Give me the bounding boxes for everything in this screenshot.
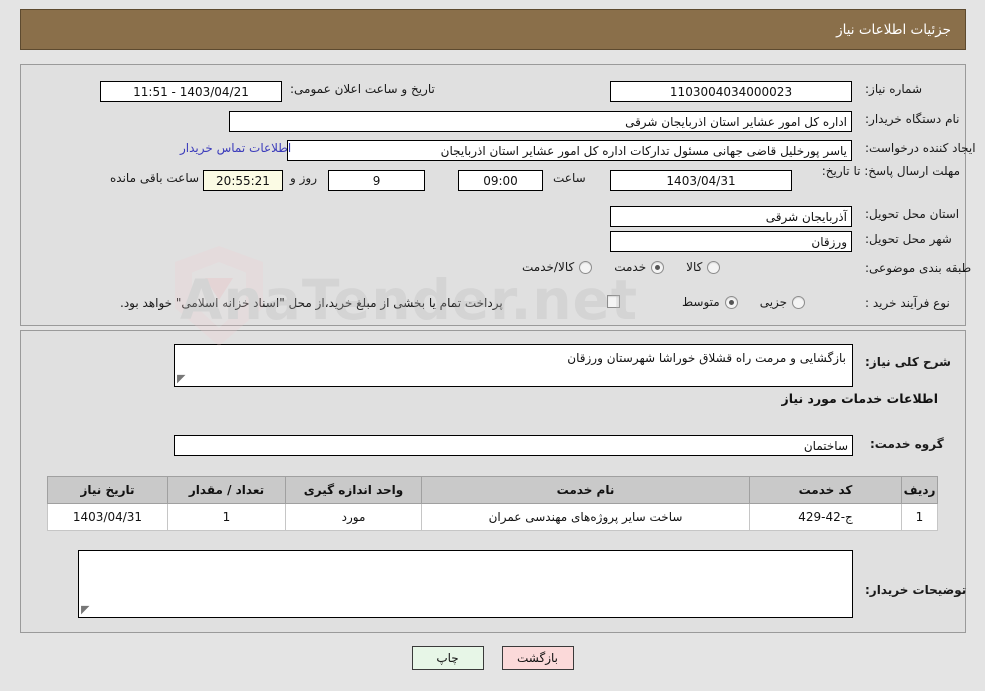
deadline-label-row: مهلت ارسال پاسخ: تا تاریخ:: [822, 164, 960, 179]
table-header-qty: تعداد / مقدار: [167, 476, 286, 504]
page-title: جزئیات اطلاعات نیاز: [836, 21, 951, 38]
announce-datetime-value: 1403/04/21 - 11:51: [100, 81, 282, 102]
category-option-kala-khedmat-label: کالا/خدمت: [522, 260, 575, 274]
province-label: استان محل تحویل:: [865, 207, 960, 221]
buyer-org-value: اداره کل امور عشایر استان اذربایجان شرقی: [229, 111, 852, 132]
services-table: ردیف کد خدمت نام خدمت واحد اندازه گیری ت…: [47, 476, 938, 531]
buyer-org-label-row: نام دستگاه خریدار:: [865, 112, 960, 126]
action-buttons: بازگشت چاپ: [0, 646, 985, 670]
service-group-value: ساختمان: [174, 435, 853, 456]
city-value: ورزقان: [610, 231, 852, 252]
need-number-value: 1103004034000023: [610, 81, 852, 102]
cell-row-no: 1: [901, 503, 938, 531]
deadline-time-label: ساعت: [553, 171, 586, 185]
province-label-row: استان محل تحویل:: [865, 207, 959, 221]
deadline-label: مهلت ارسال پاسخ: تا تاریخ:: [821, 164, 960, 178]
cell-code: ج-42-429: [749, 503, 902, 531]
process-option-jozei[interactable]: جزیی: [759, 295, 806, 309]
cell-need-date: 1403/04/31: [47, 503, 168, 531]
treasury-note-row: پرداخت تمام یا بخشی از مبلغ خرید،از محل …: [120, 296, 503, 310]
page-root: AnaTender.net جزئیات اطلاعات نیاز شماره …: [0, 0, 985, 691]
treasury-checkbox[interactable]: [607, 295, 620, 308]
announce-datetime-label: تاریخ و ساعت اعلان عمومی:: [290, 82, 435, 96]
resize-grip-icon[interactable]: ◥: [177, 372, 189, 385]
contact-link-row: اطلاعات تماس خریدار: [180, 141, 291, 155]
creator-label: ایجاد کننده درخواست:: [865, 141, 976, 155]
buyer-notes-value: [79, 551, 852, 556]
deadline-time-value: 09:00: [458, 170, 543, 191]
deadline-time-label-row: ساعت: [553, 171, 586, 185]
cell-unit: مورد: [285, 503, 422, 531]
process-option-motavaset-label: متوسط: [682, 295, 720, 309]
description-value: بازگشایی و مرمت راه قشلاق خوراشا شهرستان…: [567, 351, 846, 365]
radio-icon-jozei[interactable]: [792, 295, 806, 309]
category-label-row: طبقه بندی موضوعی:: [865, 261, 971, 275]
process-type-label: نوع فرآیند خرید :: [865, 296, 950, 310]
process-option-jozei-label: جزیی: [759, 295, 788, 309]
radio-icon-kala[interactable]: [707, 260, 721, 274]
radio-icon-kala-khedmat[interactable]: [579, 260, 593, 274]
table-header-code: کد خدمت: [749, 476, 902, 504]
back-button[interactable]: بازگشت: [501, 646, 574, 670]
radio-icon-motavaset[interactable]: [724, 295, 738, 309]
days-unit-row: روز و: [290, 171, 317, 185]
category-radio-group: کالا خدمت کالا/خدمت: [500, 260, 721, 274]
buyer-notes-label-row: توضیحات خریدار:: [865, 583, 966, 597]
table-header-row-no: ردیف: [901, 476, 938, 504]
countdown-suffix-row: ساعت باقی مانده: [110, 171, 199, 185]
table-header-date: تاریخ نیاز: [47, 476, 168, 504]
buyer-contact-link[interactable]: اطلاعات تماس خریدار: [180, 141, 291, 155]
creator-value: یاسر پورخلیل قاضی جهانی مسئول تدارکات اد…: [287, 140, 852, 161]
description-label: شرح کلی نیاز:: [865, 355, 951, 369]
countdown-suffix-label: ساعت باقی مانده: [110, 171, 200, 185]
treasury-checkbox-wrap[interactable]: [607, 295, 620, 308]
table-header-unit: واحد اندازه گیری: [285, 476, 422, 504]
city-label-row: شهر محل تحویل:: [865, 232, 952, 246]
need-number-label: شماره نیاز:: [865, 82, 922, 96]
service-group-label-row: گروه خدمت:: [870, 437, 944, 451]
resize-grip-icon-notes[interactable]: ◥: [81, 603, 93, 616]
description-label-row: شرح کلی نیاز:: [865, 355, 951, 369]
description-textarea[interactable]: بازگشایی و مرمت راه قشلاق خوراشا شهرستان…: [174, 344, 853, 387]
process-label-row: نوع فرآیند خرید :: [865, 296, 950, 310]
service-group-label: گروه خدمت:: [870, 437, 944, 451]
province-value: آذربایجان شرقی: [610, 206, 852, 227]
radio-icon-khedmat[interactable]: [651, 260, 665, 274]
buyer-notes-label: توضیحات خریدار:: [865, 583, 967, 597]
table-header-name: نام خدمت: [421, 476, 750, 504]
process-option-motavaset[interactable]: متوسط: [682, 295, 738, 309]
category-option-kala[interactable]: کالا: [686, 260, 721, 274]
table-row: 1 ج-42-429 ساخت سایر پروژه‌های مهندسی عم…: [47, 503, 938, 531]
category-option-khedmat[interactable]: خدمت: [614, 260, 665, 274]
days-unit-label: روز و: [290, 171, 317, 185]
category-option-kala-khedmat[interactable]: کالا/خدمت: [522, 260, 593, 274]
buyer-org-label: نام دستگاه خریدار:: [865, 112, 960, 126]
table-header-row: ردیف کد خدمت نام خدمت واحد اندازه گیری ت…: [47, 476, 938, 504]
services-section-heading: اطلاعات خدمات مورد نیاز: [781, 391, 939, 406]
need-info-panel: [20, 64, 966, 326]
cell-name: ساخت سایر پروژه‌های مهندسی عمران: [421, 503, 750, 531]
process-radio-group: جزیی متوسط: [660, 295, 806, 309]
page-header: جزئیات اطلاعات نیاز: [20, 9, 966, 50]
category-label: طبقه بندی موضوعی:: [865, 261, 972, 275]
category-option-kala-label: کالا: [686, 260, 703, 274]
buyer-notes-textarea[interactable]: ◥: [78, 550, 853, 618]
print-button[interactable]: چاپ: [411, 646, 484, 670]
category-option-khedmat-label: خدمت: [614, 260, 647, 274]
deadline-date-value: 1403/04/31: [610, 170, 792, 191]
creator-label-row: ایجاد کننده درخواست:: [865, 141, 976, 155]
countdown-timer-value: 20:55:21: [203, 170, 283, 191]
treasury-note-text: پرداخت تمام یا بخشی از مبلغ خرید،از محل …: [120, 296, 503, 310]
need-number-label-row: شماره نیاز:: [865, 82, 922, 96]
days-remaining-value: 9: [328, 170, 425, 191]
announce-label-row: تاریخ و ساعت اعلان عمومی:: [290, 82, 435, 96]
city-label: شهر محل تحویل:: [865, 232, 952, 246]
cell-qty: 1: [167, 503, 286, 531]
